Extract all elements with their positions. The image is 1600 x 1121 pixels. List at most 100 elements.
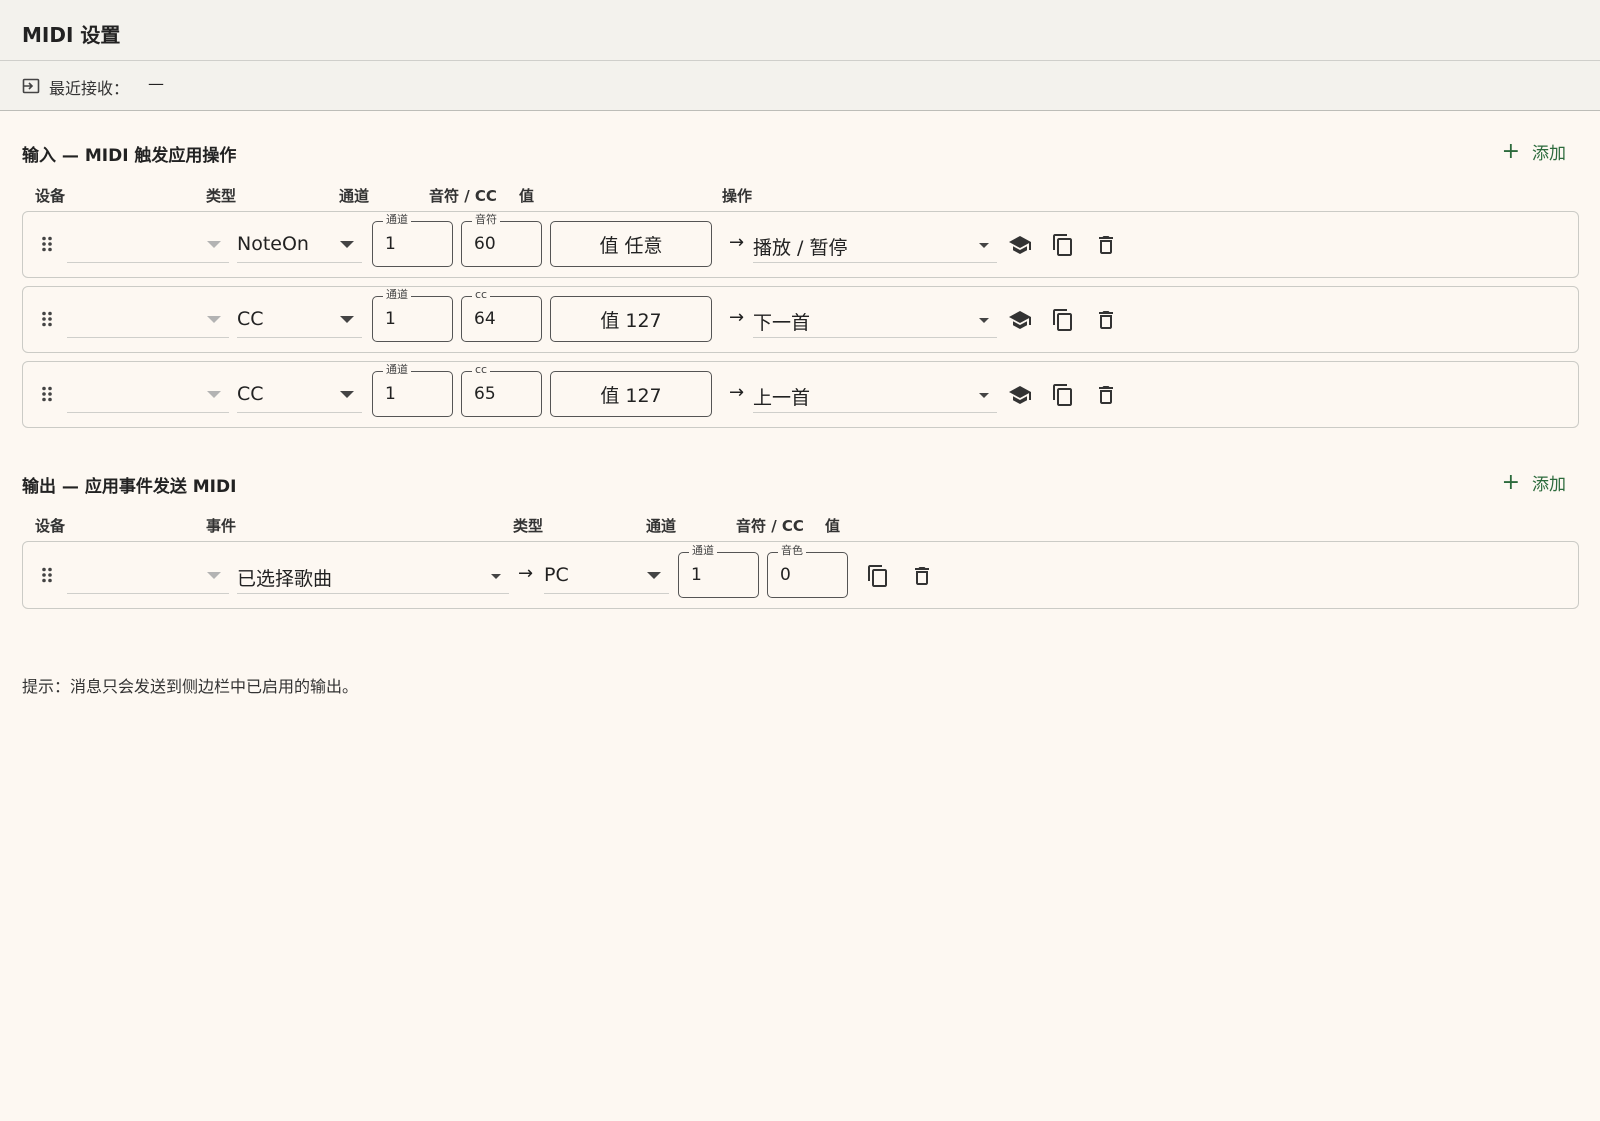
chevron-down-icon [979,243,989,248]
received-label: 最近接收： [49,79,130,98]
value-button[interactable]: 值 任意 [550,221,712,267]
note-field-label: 音符 [472,213,500,227]
drag-handle-icon[interactable] [41,311,53,327]
device-select[interactable] [67,223,229,263]
value-button[interactable]: 值 127 [550,371,712,417]
cc-field-label: cc [472,288,491,302]
chevron-down-icon [207,316,221,323]
arrow-right-icon: → [729,382,745,403]
type-select[interactable]: NoteOn [237,223,362,263]
event-select[interactable]: 已选择歌曲 [237,554,509,594]
input-col-value: 值 [519,187,535,205]
received-value: — [148,74,164,93]
chevron-down-icon [491,574,501,579]
hint-text: 提示：消息只会发送到侧边栏中已启用的输出。 [22,677,359,696]
trash-icon [1099,236,1113,254]
program-field-label: 音色 [778,544,806,558]
duplicate-button[interactable] [1051,233,1075,257]
program-field-value: 0 [780,565,791,585]
chevron-down-icon [979,318,989,323]
output-col-note-cc: 音符 / CC [736,517,804,535]
action-select[interactable]: 下一首 [753,298,997,338]
program-field[interactable]: 音色 0 [767,544,848,598]
cc-field[interactable]: cc 64 [461,288,542,342]
output-add-label: 添加 [1532,475,1566,495]
channel-field[interactable]: 通道 1 [372,363,453,417]
input-row: CC 通道 1 cc 65 值 127 → 上一首 [22,361,1579,428]
chevron-down-icon [979,393,989,398]
input-add-button[interactable]: + 添加 [1502,139,1566,164]
output-col-event: 事件 [206,517,237,535]
duplicate-button[interactable] [1051,383,1075,407]
action-select[interactable]: 上一首 [753,373,997,413]
received-bar: 最近接收： — [0,61,1600,111]
channel-field[interactable]: 通道 1 [372,213,453,267]
page-title: MIDI 设置 [22,23,121,47]
copy-icon [1053,309,1072,331]
device-select[interactable] [67,554,229,594]
action-value: 下一首 [753,312,811,334]
action-value: 播放 / 暂停 [753,237,848,259]
value-button[interactable]: 值 127 [550,296,712,342]
chevron-down-icon [340,316,354,323]
chevron-down-icon [207,391,221,398]
delete-button[interactable] [1094,233,1118,257]
cc-field-value: 64 [474,309,496,329]
trash-icon [1099,311,1113,329]
type-select[interactable]: PC [544,554,669,594]
input-col-type: 类型 [206,187,237,205]
delete-button[interactable] [910,564,934,588]
type-value: CC [237,383,264,405]
arrow-right-icon: → [518,563,534,584]
drag-handle-icon[interactable] [41,236,53,252]
plus-icon: + [1501,469,1520,495]
device-select[interactable] [67,298,229,338]
copy-icon [868,565,887,587]
cc-field[interactable]: cc 65 [461,363,542,417]
channel-field-label: 通道 [383,363,411,377]
input-col-device: 设备 [35,187,66,205]
drag-handle-icon[interactable] [41,567,53,583]
learn-button[interactable] [1008,308,1032,332]
channel-field-value: 1 [691,565,702,585]
event-value: 已选择歌曲 [237,568,333,590]
action-select[interactable]: 播放 / 暂停 [753,223,997,263]
duplicate-button[interactable] [866,564,890,588]
type-select[interactable]: CC [237,373,362,413]
delete-button[interactable] [1094,308,1118,332]
drag-handle-icon[interactable] [41,386,53,402]
input-col-action: 操作 [722,187,753,205]
channel-field-label: 通道 [383,288,411,302]
arrow-right-icon: → [729,307,745,328]
trash-icon [1099,386,1113,404]
title-bar: MIDI 设置 [0,0,1600,61]
type-value: PC [544,564,569,586]
type-value: CC [237,308,264,330]
type-select[interactable]: CC [237,298,362,338]
channel-field[interactable]: 通道 1 [372,288,453,342]
channel-field-value: 1 [385,309,396,329]
channel-field[interactable]: 通道 1 [678,544,759,598]
chevron-down-icon [207,241,221,248]
note-field[interactable]: 音符 60 [461,213,542,267]
chevron-down-icon [340,241,354,248]
arrow-right-icon: → [729,232,745,253]
learn-button[interactable] [1008,233,1032,257]
duplicate-button[interactable] [1051,308,1075,332]
device-select[interactable] [67,373,229,413]
school-icon [1009,386,1031,404]
school-icon [1009,311,1031,329]
output-col-channel: 通道 [646,517,677,535]
cc-field-value: 65 [474,384,496,404]
note-field-value: 60 [474,234,496,254]
input-row: CC 通道 1 cc 64 值 127 → 下一首 [22,286,1579,353]
output-add-button[interactable]: + 添加 [1502,470,1566,495]
trash-icon [915,567,929,585]
learn-button[interactable] [1008,383,1032,407]
input-add-label: 添加 [1532,144,1566,164]
copy-icon [1053,234,1072,256]
channel-field-label: 通道 [383,213,411,227]
input-col-note-cc: 音符 / CC [429,187,497,205]
input-col-channel: 通道 [339,187,370,205]
delete-button[interactable] [1094,383,1118,407]
